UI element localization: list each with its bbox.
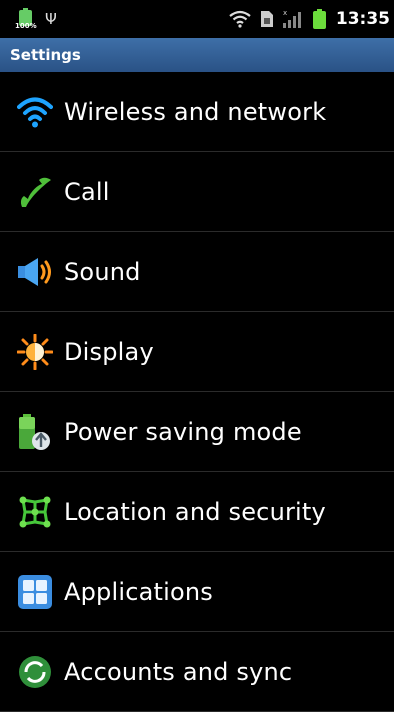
sync-icon xyxy=(16,653,54,691)
settings-item-label: Wireless and network xyxy=(64,97,327,126)
settings-list: Wireless and network Call Sound Display … xyxy=(0,72,394,712)
battery-icon: 100% xyxy=(15,8,37,30)
settings-item-label: Location and security xyxy=(64,497,326,526)
settings-item-call[interactable]: Call xyxy=(0,152,394,232)
settings-item-display[interactable]: Display xyxy=(0,312,394,392)
sun-icon xyxy=(16,333,54,371)
signal-icon: x xyxy=(282,9,303,29)
battery-recycle-icon xyxy=(16,413,54,451)
settings-item-applications[interactable]: Applications xyxy=(0,552,394,632)
page-title: Settings xyxy=(10,46,81,64)
settings-item-label: Accounts and sync xyxy=(64,657,293,686)
settings-item-power-saving[interactable]: Power saving mode xyxy=(0,392,394,472)
phone-icon xyxy=(16,173,54,211)
battery-icon xyxy=(312,9,326,29)
apps-grid-icon xyxy=(16,573,54,611)
title-bar: Settings xyxy=(0,38,394,72)
settings-item-location-security[interactable]: Location and security xyxy=(0,472,394,552)
usb-icon: Ψ xyxy=(45,10,57,28)
wifi-icon xyxy=(16,93,54,131)
settings-item-label: Display xyxy=(64,337,154,366)
settings-item-accounts-sync[interactable]: Accounts and sync xyxy=(0,632,394,712)
location-grid-icon xyxy=(16,493,54,531)
battery-percent: 100% xyxy=(15,22,37,30)
status-bar: 100% Ψ x 13:35 xyxy=(0,0,394,38)
clock: 13:35 xyxy=(335,9,390,29)
settings-item-label: Applications xyxy=(64,577,214,606)
settings-item-sound[interactable]: Sound xyxy=(0,232,394,312)
sim-icon xyxy=(260,11,273,27)
settings-item-label: Power saving mode xyxy=(64,417,302,446)
wifi-icon xyxy=(229,10,251,28)
svg-text:x: x xyxy=(283,9,287,17)
settings-item-wireless[interactable]: Wireless and network xyxy=(0,72,394,152)
settings-item-label: Sound xyxy=(64,257,141,286)
speaker-icon xyxy=(16,253,54,291)
settings-item-label: Call xyxy=(64,177,110,206)
